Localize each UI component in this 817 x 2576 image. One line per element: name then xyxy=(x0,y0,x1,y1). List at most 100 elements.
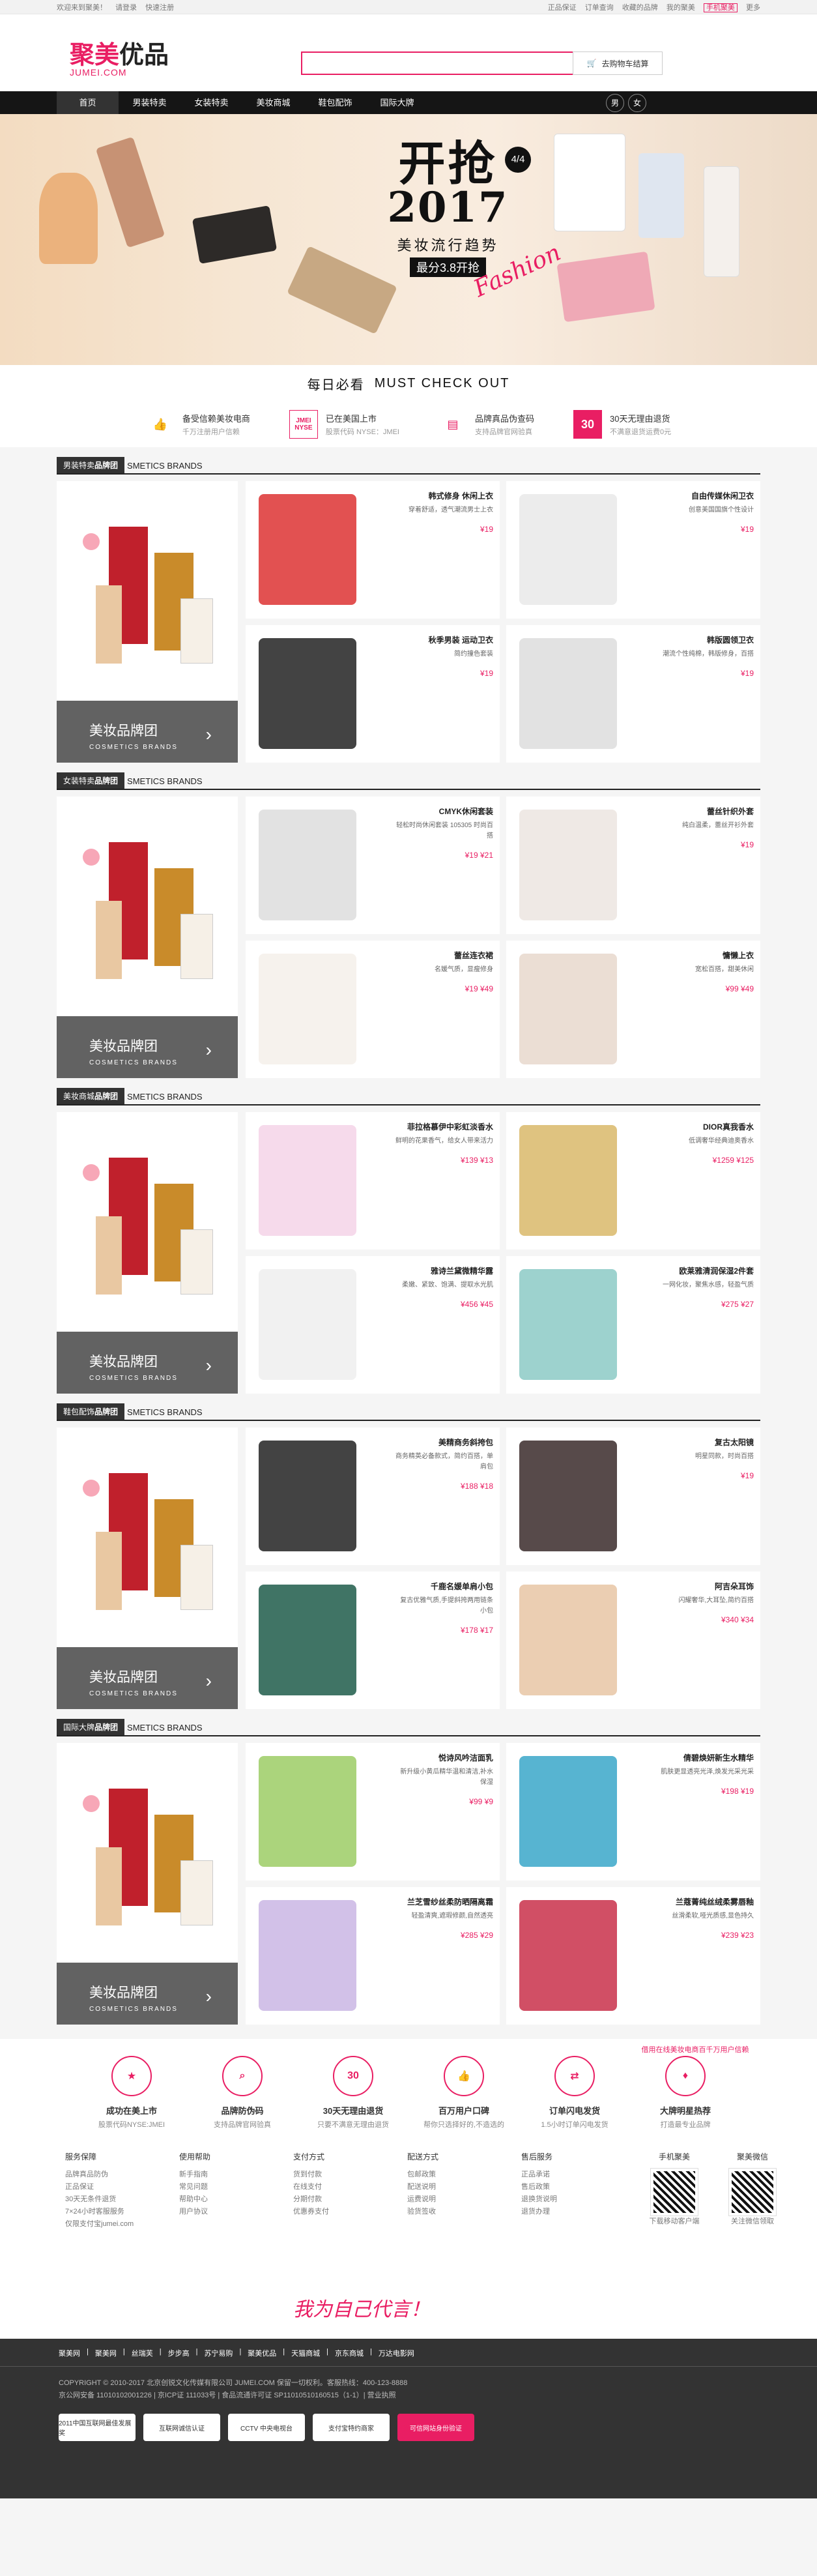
cosmetics-image xyxy=(83,829,220,999)
diamond-icon: ♦ xyxy=(665,2056,706,2096)
product-price: ¥239 ¥23 xyxy=(721,1931,754,1940)
product-price: ¥99 ¥49 xyxy=(725,984,754,993)
product-card[interactable]: 雅诗兰黛微精华露柔嫩、紧致、饱满、提取水光肌 ¥456 ¥45 xyxy=(246,1256,500,1394)
product-card[interactable]: 韩版圆领卫衣 潮流个性纯棉，韩版修身，百搭 ¥19 xyxy=(506,625,760,763)
product-card[interactable]: 蕾丝针织外套 纯白温柔，蕾丝开衫外套 ¥19 xyxy=(506,797,760,934)
search-input[interactable] xyxy=(302,53,607,74)
product-name: 欧莱雅清润保湿2件套 xyxy=(679,1266,754,1276)
banner-title-block: 开抢 2017 美妆流行趋势 最分3.8开抢 4/4 Fashion xyxy=(371,140,565,303)
product-desc: 复古优雅气质,手提斜挎两用链条小包 xyxy=(400,1597,493,1615)
cosmetics-image xyxy=(83,514,220,683)
nav-home[interactable]: 首页 xyxy=(57,91,119,114)
product-image xyxy=(259,494,356,605)
nav-beauty[interactable]: 美妆商城 xyxy=(242,91,304,114)
brand-promo-card[interactable]: 美妆品牌团 COSMETICS BRANDS › xyxy=(57,481,238,763)
product-card[interactable]: 倩碧焕妍新生水精华 肌肤更显透亮光泽,焕发光采光采 ¥198 ¥19 xyxy=(506,1743,760,1881)
product-card[interactable]: 菲拉格慕伊中彩虹淡香水 鲜明的花果香气，给女人带来活力 ¥139 ¥13 xyxy=(246,1112,500,1250)
product-price: ¥19 ¥21 xyxy=(465,851,493,860)
product-name: 雅诗兰黛微精华露 xyxy=(430,1266,493,1276)
cream-box-image xyxy=(554,134,625,231)
product-desc: 简约撞色套装 xyxy=(454,651,493,658)
product-image xyxy=(259,1125,356,1236)
must-check-heading: 每日必看 MUST CHECK OUT xyxy=(0,365,817,402)
cosmetics-image xyxy=(83,1145,220,1314)
more-link[interactable]: 更多 xyxy=(746,4,760,12)
product-name: 阿吉朵耳饰 xyxy=(714,1582,754,1591)
product-card[interactable]: 蕾丝连衣裙 名媛气质，显瘦修身 ¥19 ¥49 xyxy=(246,941,500,1078)
skincare-bottle-image xyxy=(638,153,684,238)
female-icon[interactable]: 女 xyxy=(628,93,646,112)
nav-men[interactable]: 男装特卖 xyxy=(119,91,180,114)
floor-section: 鞋包配饰品牌团 SMETICS BRANDS 美妆品牌团 COSMETICS BRAN… xyxy=(57,1403,760,1709)
star-icon: ★ xyxy=(111,2056,152,2096)
product-price: ¥19 xyxy=(740,669,754,678)
promo-subtitle: COSMETICS BRANDS xyxy=(89,2006,178,2013)
product-card[interactable]: 悦诗风吟洁面乳 新升级小黄瓜精华温和清洁,补水保湿 ¥99 ¥9 xyxy=(246,1743,500,1881)
product-desc: 闪耀奢华,大耳坠,简约百搭 xyxy=(678,1597,754,1604)
floor-title: 女装特卖品牌团 SMETICS BRANDS xyxy=(57,772,760,790)
product-card[interactable]: 复古太阳镜 明星同款，时尚百搭 ¥19 xyxy=(506,1427,760,1565)
mobile-link[interactable]: 手机聚美 xyxy=(703,3,738,12)
product-desc: 轻盈清爽,遮瑕修颜,自然透亮 xyxy=(411,1912,493,1920)
brand-promo-card[interactable]: 美妆品牌团 COSMETICS BRANDS › xyxy=(57,797,238,1078)
top-link[interactable]: 正品保证 xyxy=(548,4,577,12)
register-link[interactable]: 快速注册 xyxy=(145,4,174,12)
slogan-banner: 我为自己代言！ xyxy=(0,2280,817,2339)
top-link[interactable]: 订单查询 xyxy=(585,4,614,12)
product-card[interactable]: 慵懒上衣 宽松百搭，甜美休闲 ¥99 ¥49 xyxy=(506,941,760,1078)
friend-links: 聚美网 | 聚美网 | 丝瑞芙 | 步步高 | 苏宁易购 | 聚美优品 | 天猫商城 | 京东… xyxy=(0,2348,817,2367)
top-link[interactable]: 收藏的品牌 xyxy=(622,4,658,12)
product-desc: 穿着舒适，透气潮流男士上衣 xyxy=(408,506,493,514)
footer-col: 服务保障 品牌真品防伪 正品保证 30天无条件退货 7×24小时客服服务 仅限支付宝jum… xyxy=(65,2152,134,2228)
badge[interactable]: CCTV 中央电视台 xyxy=(228,2414,305,2441)
brand-promo-card[interactable]: 美妆品牌团 COSMETICS BRANDS › xyxy=(57,1743,238,2025)
cart-button[interactable]: 🛒 去购物车结算 xyxy=(573,51,663,75)
product-name: 兰蔻菁纯丝绒柔雾唇釉 xyxy=(675,1897,754,1907)
footer-col: 支付方式 货到付款 在线支付 分期付款 优惠券支付 xyxy=(293,2152,329,2216)
promo-title: 美妆品牌团 xyxy=(89,1670,158,1685)
product-price: ¥19 xyxy=(740,525,754,534)
hero-banner[interactable]: 开抢 2017 美妆流行趋势 最分3.8开抢 4/4 Fashion xyxy=(0,114,817,365)
badge[interactable]: 支付宝特约商家 xyxy=(313,2414,390,2441)
product-card[interactable]: 千鹿名媛单肩小包 复古优雅气质,手提斜挎两用链条小包 ¥178 ¥17 xyxy=(246,1572,500,1709)
login-link[interactable]: 请登录 xyxy=(115,4,137,12)
nav-shoes[interactable]: 鞋包配饰 xyxy=(304,91,366,114)
product-card[interactable]: 兰芝雪纱丝柔防晒隔离霜 轻盈清爽,遮瑕修颜,自然透亮 ¥285 ¥29 xyxy=(246,1887,500,2025)
product-desc: 鲜明的花果香气，给女人带来活力 xyxy=(395,1137,493,1145)
product-card[interactable]: DIOR真我香水 低调奢华经典迪奥香水 ¥1259 ¥125 xyxy=(506,1112,760,1250)
product-card[interactable]: 美精商务斜挎包 商务精英必备款式，简约百搭，单肩包 ¥188 ¥18 xyxy=(246,1427,500,1565)
product-image xyxy=(519,1900,617,2011)
arrow-right-icon: › xyxy=(205,1671,212,1691)
product-card[interactable]: 欧莱雅清润保湿2件套 一网化妆，聚焦水感，轻盈气质 ¥275 ¥27 xyxy=(506,1256,760,1394)
promo-title: 美妆品牌团 xyxy=(89,1354,158,1369)
product-price: ¥340 ¥34 xyxy=(721,1615,754,1624)
nav-women[interactable]: 女装特卖 xyxy=(180,91,242,114)
product-desc: 轻松时尚休闲套装 105305 时尚百搭 xyxy=(396,822,493,840)
male-icon[interactable]: 男 xyxy=(606,93,624,112)
service-item: ⌕ 品牌防伪码 支持品牌官网验真 xyxy=(194,2056,291,2137)
product-card[interactable]: 秋季男装 运动卫衣 简约撞色套装 ¥19 xyxy=(246,625,500,763)
product-desc: 柔嫩、紧致、饱满、提取水光肌 xyxy=(402,1281,493,1289)
badge[interactable]: 互联网诚信认证 xyxy=(143,2414,220,2441)
brand-promo-card[interactable]: 美妆品牌团 COSMETICS BRANDS › xyxy=(57,1112,238,1394)
product-card[interactable]: 阿吉朵耳饰闪耀奢华,大耳坠,简约百搭 ¥340 ¥34 xyxy=(506,1572,760,1709)
brand-promo-card[interactable]: 美妆品牌团 COSMETICS BRANDS › xyxy=(57,1427,238,1709)
logo[interactable]: 聚美优品 JUMEI.COM xyxy=(70,43,169,77)
top-link[interactable]: 我的聚美 xyxy=(666,4,695,12)
nav-intl[interactable]: 国际大牌 xyxy=(366,91,428,114)
product-name: 蕾丝连衣裙 xyxy=(453,951,493,960)
top-bar: 欢迎来到聚美！ 请登录 快速注册 正品保证 订单查询 收藏的品牌 我的聚美 手机… xyxy=(0,0,817,14)
badge[interactable]: 可信网站身份验证 xyxy=(397,2414,474,2441)
badge[interactable]: 2011中国互联网最佳发展奖 xyxy=(59,2414,136,2441)
footer-col: 聚美微信 关注微信领取 xyxy=(713,2151,792,2280)
product-card[interactable]: 韩式修身 休闲上衣 穿着舒适，透气潮流男士上衣 ¥19 xyxy=(246,481,500,619)
app-qr-code xyxy=(650,2168,698,2216)
product-card[interactable]: 兰蔻菁纯丝绒柔雾唇釉 丝滑柔软,哑光质感,显色持久 ¥239 ¥23 xyxy=(506,1887,760,2025)
product-card[interactable]: CMYK休闲套装 轻松时尚休闲套装 105305 时尚百搭 ¥19 ¥21 xyxy=(246,797,500,934)
service-item: ★ 成功在美上市 股票代码NYSE:JMEI xyxy=(83,2056,180,2137)
product-desc: 丝滑柔软,哑光质感,显色持久 xyxy=(672,1912,754,1920)
service-item: 👍 百万用户口碑 帮你只选择好的,不造选的 xyxy=(415,2056,513,2137)
floor-title: 美妆商城品牌团 SMETICS BRANDS xyxy=(57,1088,760,1105)
product-card[interactable]: 自由传媒休闲卫衣 创意美国国旗个性设计 ¥19 xyxy=(506,481,760,619)
product-price: ¥456 ¥45 xyxy=(460,1300,493,1309)
